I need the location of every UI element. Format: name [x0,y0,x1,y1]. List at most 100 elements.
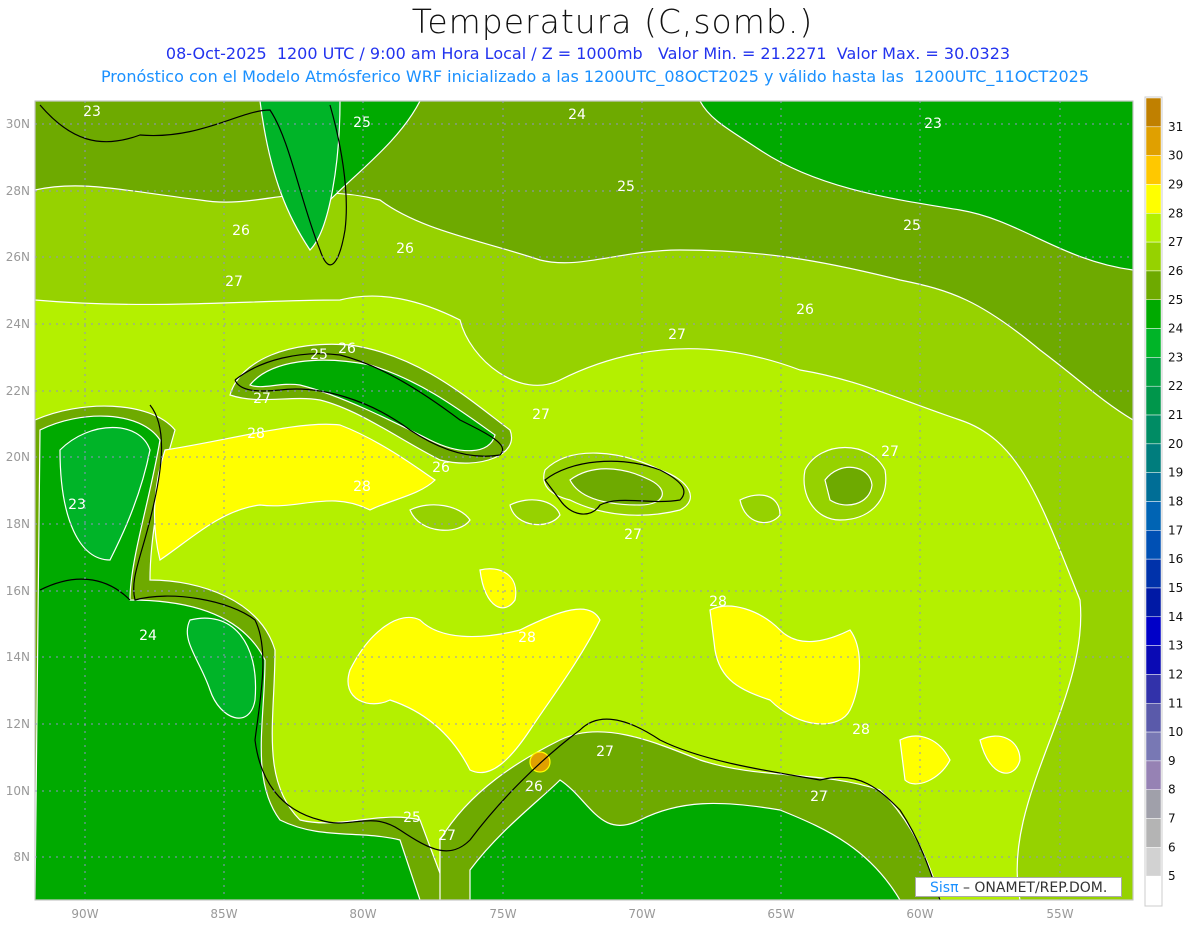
lon-label: 90W [71,907,98,921]
contour-label: 25 [903,218,921,234]
colorbar-swatch [1145,875,1162,906]
colorbar-label: 12 [1168,667,1183,681]
colorbar-label: 17 [1168,523,1183,537]
colorbar-swatch [1145,328,1162,358]
contour-label: 27 [225,274,243,290]
lon-label: 85W [210,907,237,921]
colorbar-swatch [1145,472,1162,502]
lon-label: 60W [906,907,933,921]
colorbar-swatch [1145,184,1162,214]
credit-box: Sisπ – ONAMET/REP.DOM. [915,877,1122,897]
colorbar-label: 28 [1168,206,1183,220]
colorbar-label: 20 [1168,437,1183,451]
colorbar-label: 10 [1168,725,1183,739]
lat-label: 18N [6,517,30,531]
lon-label: 80W [349,907,376,921]
contour-label: 27 [596,744,614,760]
colorbar-swatch [1145,241,1162,272]
lat-label: 10N [6,784,30,798]
credit-text: – ONAMET/REP.DOM. [958,880,1108,896]
lon-label: 65W [767,907,794,921]
contour-label: 27 [624,527,642,543]
contour-label: 24 [568,107,586,123]
contour-label: 25 [403,810,421,826]
colorbar: 31 30 29 28 27 26 25 24 23 22 21 20 19 18 17 16 15 14 13 12… [1144,96,1183,907]
colorbar-label: 7 [1168,812,1176,826]
colorbar-swatch [1145,645,1162,675]
colorbar-swatch [1145,818,1162,848]
colorbar-label: 19 [1168,466,1183,480]
lon-label: 75W [489,907,516,921]
contour-label: 26 [432,460,450,476]
colorbar-swatch [1145,414,1162,445]
contour-label: 23 [924,116,942,132]
credit-brand: Sis [930,880,951,896]
contour-label: 23 [83,104,101,120]
colorbar-swatch [1145,299,1162,329]
colorbar-swatch [1145,213,1162,243]
temperature-map: 90W 85W 80W 75W 70W 65W 60W 55W 30N 28N … [6,96,1183,921]
colorbar-label: 30 [1168,149,1183,163]
contour-label: 27 [668,327,686,343]
contour-label: 27 [438,828,456,844]
longitude-labels: 90W 85W 80W 75W 70W 65W 60W 55W [71,907,1073,921]
contour-label: 27 [253,391,271,407]
pi-logo: π [950,880,959,896]
lat-label: 14N [6,650,30,664]
colorbar-label: 27 [1168,235,1183,249]
colorbar-swatch [1145,789,1162,819]
colorbar-swatch [1145,731,1162,762]
colorbar-swatch [1145,558,1162,589]
contour-label: 26 [525,779,543,795]
colorbar-swatch [1145,126,1162,156]
latitude-labels: 30N 28N 26N 24N 22N 20N 18N 16N 14N 12N … [6,117,30,864]
contour-label: 26 [338,341,356,357]
colorbar-label: 14 [1168,610,1183,624]
colorbar-swatch [1145,385,1162,416]
colorbar-swatch [1145,616,1162,646]
contour-label: 26 [796,302,814,318]
colorbar-swatch [1145,587,1162,618]
colorbar-swatch [1145,270,1162,300]
colorbar-swatch [1145,847,1162,877]
contour-label: 26 [232,223,250,239]
colorbar-label: 11 [1168,696,1183,710]
lat-label: 8N [13,850,30,864]
contour-label: 28 [709,594,727,610]
colorbar-label: 25 [1168,293,1183,307]
contour-label: 28 [247,426,265,442]
lat-label: 30N [6,117,30,131]
lat-label: 16N [6,584,30,598]
lat-label: 24N [6,317,30,331]
contour-label: 28 [353,479,371,495]
colorbar-label: 13 [1168,639,1183,653]
contour-label: 25 [353,115,371,131]
colorbar-label: 9 [1168,754,1176,768]
contour-label: 25 [310,347,328,363]
lat-label: 20N [6,450,30,464]
contour-label: 27 [532,407,550,423]
contour-label: 27 [881,444,899,460]
colorbar-label: 21 [1168,408,1183,422]
colorbar-swatch [1145,357,1162,387]
colorbar-label: 23 [1168,350,1183,364]
lat-label: 26N [6,250,30,264]
contour-label: 24 [139,628,157,644]
contour-label: 28 [518,630,536,646]
lon-label: 55W [1046,907,1073,921]
colorbar-label: 15 [1168,581,1183,595]
contour-label: 28 [852,722,870,738]
lat-label: 12N [6,717,30,731]
lat-label: 22N [6,384,30,398]
contour-label: 25 [617,179,635,195]
colorbar-swatch [1145,97,1162,128]
colorbar-label: 5 [1168,869,1176,883]
colorbar-label: 24 [1168,322,1183,336]
colorbar-label: 8 [1168,783,1176,797]
colorbar-label: 18 [1168,495,1183,509]
contour-label: 23 [68,497,86,513]
colorbar-swatch [1145,760,1162,790]
colorbar-label: 31 [1168,120,1183,134]
colorbar-swatch [1145,674,1162,704]
lon-label: 70W [628,907,655,921]
